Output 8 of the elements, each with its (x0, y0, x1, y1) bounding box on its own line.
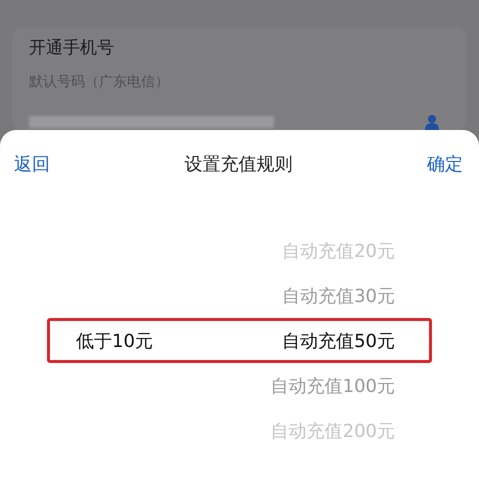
threshold-option[interactable]: 低于10元 (76, 328, 153, 352)
picker-row[interactable]: 低于10元 自动充值50元 (47, 318, 432, 363)
amount-option[interactable]: 自动充值50元 (282, 328, 395, 352)
confirm-button[interactable]: 确定 (427, 152, 463, 176)
sheet-title: 设置充值规则 (184, 153, 292, 176)
back-button[interactable]: 返回 (14, 152, 50, 176)
person-icon[interactable] (424, 114, 440, 130)
card-title: 开通手机号 (29, 37, 115, 59)
